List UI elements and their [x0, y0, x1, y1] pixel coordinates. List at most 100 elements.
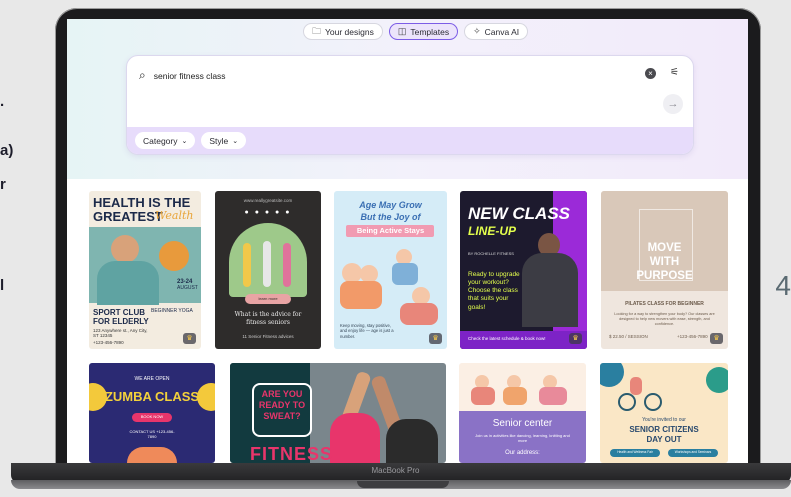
template-text: SWEAT?	[263, 411, 301, 421]
tab-canva-ai[interactable]: ✧ Canva AI	[464, 23, 529, 40]
template-title: PURPOSE	[636, 270, 693, 282]
tab-templates[interactable]: ◫ Templates	[388, 23, 459, 40]
tab-your-designs[interactable]: 🗀 Your designs	[303, 23, 383, 40]
template-text: +123-456-7890	[677, 334, 708, 339]
person-body	[97, 261, 159, 305]
template-title: HEALTH IS THE	[93, 195, 191, 210]
style-filter[interactable]: Style ⌄	[201, 132, 247, 149]
template-text: Looking for a way to strengthen your bod…	[614, 312, 715, 326]
tab-label: Your designs	[325, 26, 374, 37]
template-text: FOR ELDERLY	[93, 317, 149, 326]
template-text: +123-456-7890	[93, 340, 124, 345]
template-card-fitness[interactable]: ARE YOU READY TO SWEAT? FITNESS	[230, 363, 446, 463]
template-title: DAY OUT	[646, 435, 682, 444]
leaf-shape	[600, 363, 624, 387]
button-label: BOOK NOW	[140, 414, 164, 419]
submit-search-button[interactable]: →	[663, 94, 683, 114]
dots: ● ● ● ● ●	[244, 209, 292, 216]
clear-icon[interactable]: ×	[645, 68, 656, 79]
template-text: 123 Anywhere st., Any City, ST 12345	[93, 328, 148, 338]
template-card-zumba[interactable]: WE ARE OPEN ZUMBA CLASS BOOK NOW CONTACT…	[89, 363, 215, 463]
wheel-shape	[644, 393, 662, 411]
chevron-down-icon: ⌄	[232, 137, 239, 145]
template-text: Check the latest schedule & book now!	[468, 336, 546, 341]
template-card-pilates[interactable]: MOVE WITH PURPOSE PILATES CLASS FOR BEGI…	[601, 191, 728, 349]
search-row[interactable]: ⌕ senior fitness class	[139, 68, 226, 83]
tab-bar: 🗀 Your designs ◫ Templates ✧ Canva AI	[303, 23, 529, 40]
template-title: FITNESS	[250, 444, 334, 463]
template-text: 11 Senior Fitness advices	[242, 334, 294, 339]
template-card-health[interactable]: HEALTH IS THE GREATEST Wealth 23-24 AUGU…	[89, 191, 201, 349]
figure-shape	[400, 303, 438, 325]
search-input[interactable]: senior fitness class	[154, 71, 226, 81]
search-icon: ⌕	[139, 68, 146, 82]
premium-crown-icon: ♛	[710, 333, 723, 344]
template-title: WITH	[649, 256, 680, 268]
person-shape	[386, 419, 438, 463]
figure-shape	[340, 281, 382, 309]
side-text-4: l	[0, 277, 5, 294]
side-text-2: a)	[0, 142, 14, 159]
template-card-day-out[interactable]: You're invited to our SENIOR CITIZENS DA…	[600, 363, 728, 463]
template-text: Ready to upgrade your workout? Choose th…	[468, 271, 520, 311]
template-icon: ◫	[397, 26, 407, 36]
category-filter[interactable]: Category ⌄	[135, 132, 196, 149]
person-shape	[283, 243, 291, 287]
template-title: ZUMBA CLASS	[104, 389, 200, 404]
tag-label: Workshops and Seminars	[674, 450, 712, 454]
template-card-age[interactable]: Age May Grow But the Joy of Being Active…	[334, 191, 447, 349]
premium-crown-icon: ♛	[429, 333, 442, 344]
person-body	[522, 253, 578, 327]
side-text-1: .	[0, 93, 5, 110]
folder-icon: 🗀	[312, 25, 322, 36]
chevron-down-icon: ⌄	[181, 137, 188, 145]
template-text: $ 22.50 / SESSION	[609, 334, 648, 339]
laptop-notch	[357, 481, 449, 488]
template-text: What is the advice for fitness seniors	[234, 311, 302, 326]
template-script: Wealth	[155, 209, 194, 222]
template-title: But the Joy of	[360, 212, 421, 222]
tag-label: Health and Wellness Fair	[617, 450, 653, 454]
template-text: SPORT CLUB	[93, 308, 145, 317]
template-card-advice[interactable]: www.reallygreatsite.com ● ● ● ● ● learn …	[215, 191, 321, 349]
leaf-shape	[706, 367, 728, 393]
template-title: GREATEST	[93, 209, 163, 224]
template-text: Our address:	[505, 450, 540, 456]
template-card-senior-center[interactable]: Senior center Join us in activities like…	[459, 363, 586, 463]
sparkle-icon: ✧	[473, 26, 481, 36]
button-label: learn more	[258, 296, 278, 301]
template-text: Keep moving, stay positive, and enjoy li…	[340, 323, 394, 339]
template-text: You're invited to our	[642, 417, 686, 423]
tab-label: Canva AI	[484, 26, 520, 37]
figure-shape	[392, 263, 418, 285]
template-text: Join us in activities like dancing, lear…	[475, 433, 570, 444]
template-text: BEGINNER YOGA	[151, 308, 193, 314]
rider-shape	[630, 377, 642, 395]
template-text: CONTACT US +123-456-7890	[129, 429, 175, 440]
tab-label: Templates	[410, 26, 450, 37]
person-shape	[243, 243, 251, 287]
side-text-3: r	[0, 176, 6, 193]
template-title: Age May Grow	[359, 200, 422, 210]
figure-shape	[471, 387, 495, 405]
template-title: SENIOR CITIZENS	[629, 425, 699, 434]
template-text: READY TO	[258, 400, 306, 410]
person-shape	[330, 413, 380, 463]
chip-label: Category	[143, 135, 178, 146]
chip-label: Style	[209, 135, 229, 146]
premium-crown-icon: ♛	[569, 333, 582, 344]
template-title: LINE-UP	[468, 224, 516, 238]
person-shape	[263, 241, 271, 287]
person-head	[111, 235, 139, 263]
template-title: MOVE	[647, 242, 682, 254]
template-text: BY ROCHELLE FITNESS	[468, 251, 514, 256]
template-card-new-class[interactable]: NEW CLASS LINE-UP BY ROCHELLE FITNESS Re…	[460, 191, 587, 349]
template-text: PILATES CLASS FOR BEGINNER	[625, 301, 704, 307]
template-date: AUGUST	[177, 285, 198, 291]
sliders-icon[interactable]: ⚟	[670, 67, 679, 78]
filter-bar: Category ⌄ Style ⌄	[127, 127, 693, 154]
figure-shape	[539, 387, 567, 405]
template-text: WE ARE OPEN	[134, 376, 170, 382]
screen: 🗀 Your designs ◫ Templates ✧ Canva AI ⌕ …	[67, 19, 748, 463]
template-title: Being Active Stays	[356, 226, 425, 235]
